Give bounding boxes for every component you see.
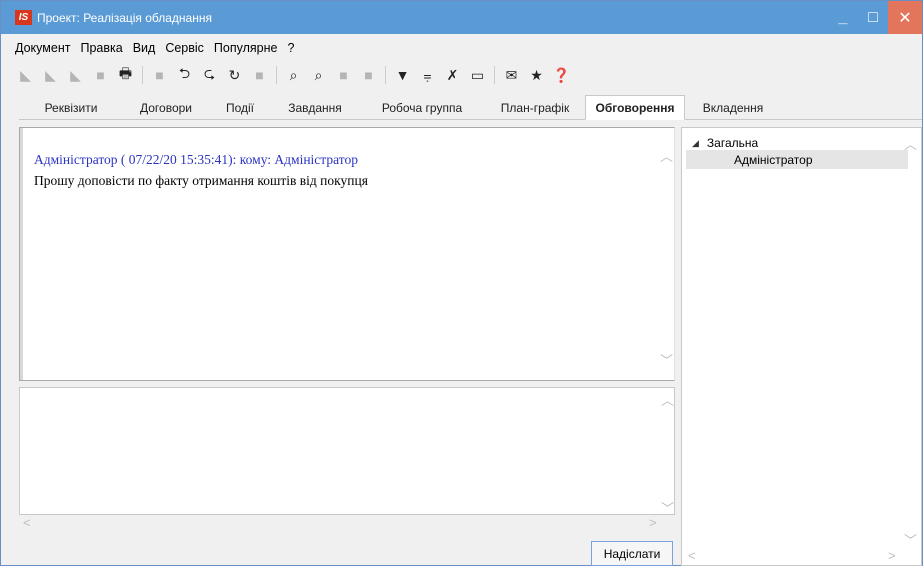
create-icon[interactable]: ◣: [15, 65, 36, 86]
import-icon[interactable]: ⮌: [174, 65, 195, 86]
messages-scroll-down-icon[interactable]: ﹀: [660, 350, 673, 369]
message-input[interactable]: ︿ ﹀: [19, 387, 675, 516]
tree-scroll-down-icon[interactable]: ﹀: [904, 530, 917, 549]
message-body: Прошу доповісти по факту отримання кошті…: [34, 173, 368, 188]
menu-view[interactable]: Вид: [133, 41, 156, 59]
find-icon[interactable]: ⌕: [283, 65, 304, 86]
messages-scroll-up-icon[interactable]: ︿: [660, 146, 673, 165]
tab-tasks[interactable]: Завдання: [271, 95, 359, 120]
menu-document[interactable]: Документ: [15, 41, 70, 59]
help-icon[interactable]: ❓: [551, 65, 572, 86]
filter-apply-icon[interactable]: ⩦: [417, 65, 438, 86]
delete-icon[interactable]: ■: [90, 65, 111, 86]
maximize-button[interactable]: □: [858, 1, 888, 34]
messages-panel-edge: [20, 128, 23, 380]
tab-discussion[interactable]: Обговорення: [585, 95, 685, 120]
send-button[interactable]: Надіслати: [591, 541, 673, 566]
input-scroll-up-icon[interactable]: ︿: [661, 390, 674, 409]
document-icon[interactable]: ■: [149, 65, 170, 86]
grid-icon[interactable]: ■: [358, 65, 379, 86]
find-next-icon[interactable]: ⌕: [308, 65, 329, 86]
tab-contracts[interactable]: Договори: [123, 95, 209, 120]
menu-popular[interactable]: Популярне: [214, 41, 278, 59]
menu-bar: Документ Правка Вид Сервіс Популярне ?: [15, 41, 294, 59]
toolbar-separator: [142, 66, 143, 84]
tab-events[interactable]: Події: [209, 95, 271, 120]
input-horizontal-scrollbar[interactable]: < >: [19, 515, 675, 531]
tree-scroll-up-icon[interactable]: ︿: [904, 134, 917, 153]
filter-icon[interactable]: ▼: [392, 65, 413, 86]
refresh-icon[interactable]: ↻: [224, 65, 245, 86]
tree-scroll-left-icon[interactable]: <: [688, 548, 696, 563]
app-logo-icon: IS: [15, 10, 32, 25]
export-icon[interactable]: ⮎: [199, 65, 220, 86]
attach-icon[interactable]: ▭: [467, 65, 488, 86]
tab-details[interactable]: Реквізити: [19, 95, 123, 120]
menu-help[interactable]: ?: [287, 41, 294, 59]
favorite-icon[interactable]: ★: [526, 65, 547, 86]
recipients-tree: ◢ Загальна Адміністратор ︿ ﹀ < >: [681, 127, 922, 566]
menu-service[interactable]: Сервіс: [165, 41, 204, 59]
tree-scroll-right-icon[interactable]: >: [888, 548, 896, 563]
create-copy-icon[interactable]: ◣: [40, 65, 61, 86]
minimize-button[interactable]: _: [828, 1, 858, 34]
close-button[interactable]: ✕: [888, 1, 922, 34]
tree-group-general[interactable]: ◢ Загальна: [692, 136, 758, 150]
filter-clear-icon[interactable]: ✗: [442, 65, 463, 86]
tab-attachments[interactable]: Вкладення: [685, 95, 781, 120]
toolbar-separator: [276, 66, 277, 84]
scroll-right-icon[interactable]: >: [649, 515, 657, 530]
toolbar-separator: [494, 66, 495, 84]
toolbar-separator: [385, 66, 386, 84]
window-controls: _ □ ✕: [828, 1, 922, 34]
scroll-left-icon[interactable]: <: [23, 515, 31, 530]
mail-icon[interactable]: ✉: [501, 65, 522, 86]
window-title: Проект: Реалізація обладнання: [37, 10, 212, 25]
tab-workgroup[interactable]: Робоча группа: [359, 95, 485, 120]
tree-group-label: Загальна: [706, 136, 759, 150]
toolbar: ◣ ◣ ◣ ■ 🖶 ■ ⮌ ⮎ ↻ ■ ⌕ ⌕ ■ ■ ▼ ⩦ ✗ ▭ ✉ ★ ❓: [15, 63, 572, 87]
copy-icon[interactable]: ■: [333, 65, 354, 86]
messages-panel: Адміністратор ( 07/22/20 15:35:41): кому…: [19, 127, 675, 381]
tree-item-administrator[interactable]: Адміністратор: [686, 150, 908, 169]
edit-icon[interactable]: ◣: [65, 65, 86, 86]
menu-edit[interactable]: Правка: [80, 41, 122, 59]
table-icon[interactable]: ■: [249, 65, 270, 86]
title-bar[interactable]: IS Проект: Реалізація обладнання _ □ ✕: [1, 1, 922, 34]
print-icon[interactable]: 🖶: [115, 65, 136, 86]
app-window: IS Проект: Реалізація обладнання _ □ ✕ Д…: [0, 0, 923, 566]
tree-expand-icon[interactable]: ◢: [692, 138, 699, 149]
message-header: Адміністратор ( 07/22/20 15:35:41): кому…: [34, 152, 358, 167]
tab-bar: Реквізити Договори Події Завдання Робоча гру…: [19, 95, 922, 120]
tab-schedule[interactable]: План-графік: [485, 95, 585, 120]
